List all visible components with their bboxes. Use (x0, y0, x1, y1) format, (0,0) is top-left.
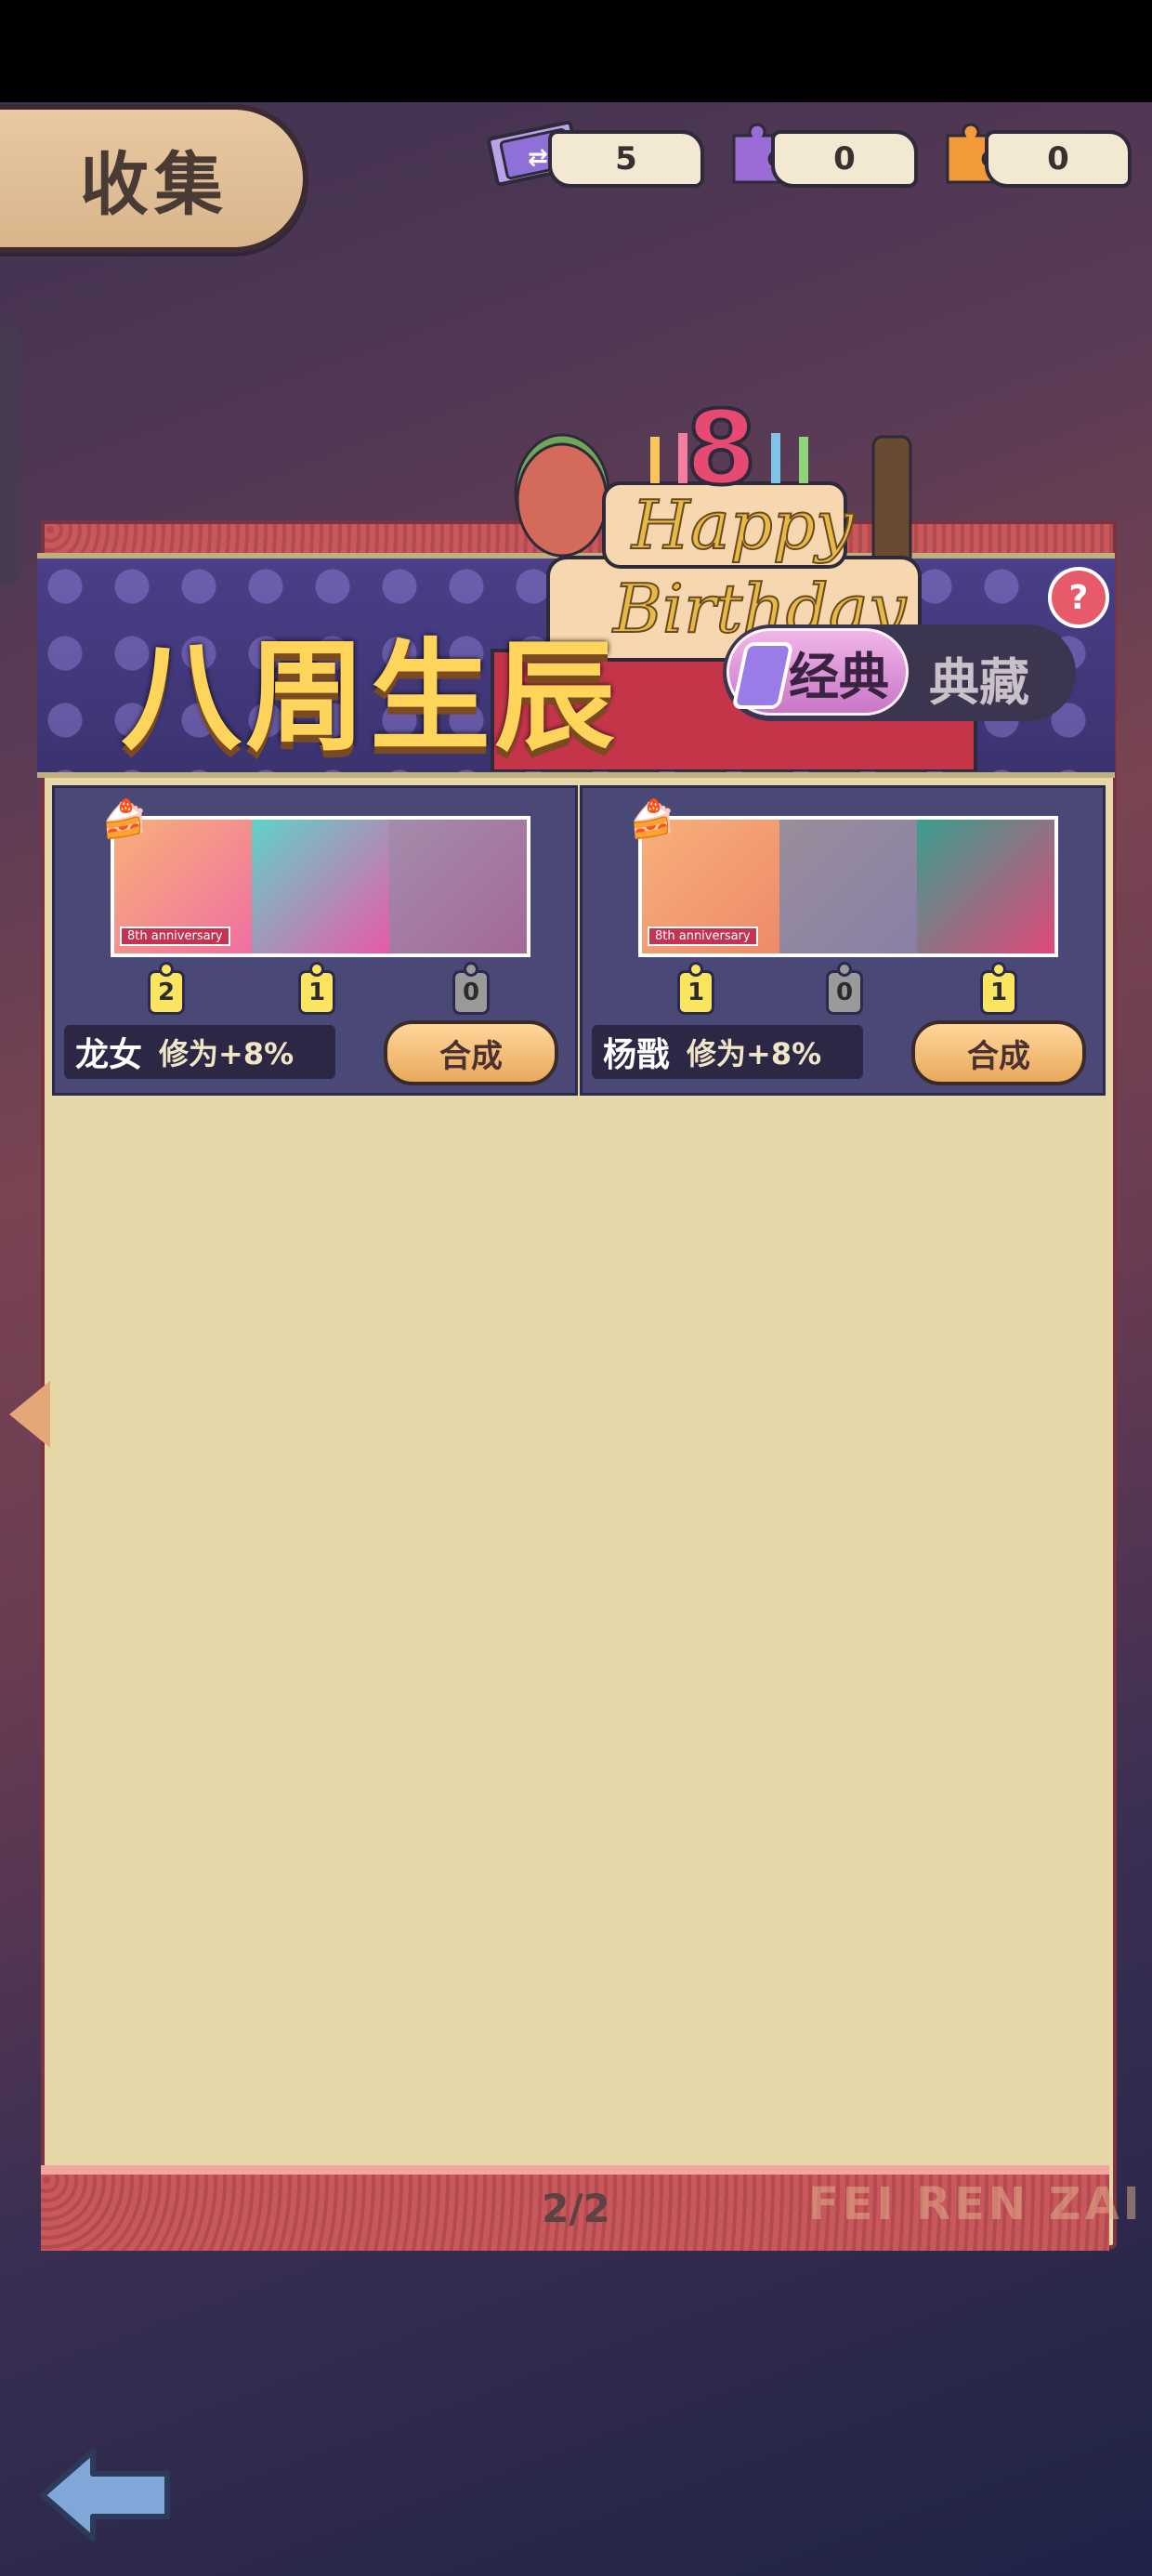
synthesize-label: 合成 (439, 1037, 503, 1075)
piece-count: 1 (989, 979, 1008, 1006)
piece-count: 0 (462, 979, 480, 1006)
card-artwork[interactable]: 8th anniversary (638, 816, 1058, 957)
tab-collection[interactable]: 典藏 (929, 641, 1029, 715)
svg-text:8: 8 (686, 388, 757, 507)
tab-classic[interactable]: 经典 (727, 628, 909, 716)
ticket-count: 5 (615, 140, 637, 177)
character-bonus: 修为+8% (159, 1036, 295, 1071)
orange-puzzle-counter: 0 (985, 130, 1132, 188)
back-button[interactable] (37, 2444, 177, 2546)
page-title-text: 收集 (80, 144, 229, 225)
card-name-plate: 龙女 修为+8% (64, 1025, 335, 1079)
collection-panel (41, 520, 1117, 2249)
synthesize-label: 合成 (967, 1037, 1030, 1075)
previous-page-arrow[interactable] (9, 1381, 50, 1448)
orange-puzzle-count: 0 (1047, 140, 1069, 177)
synthesize-button[interactable]: 合成 (384, 1020, 558, 1085)
character-name: 杨戬 (603, 1036, 671, 1074)
purple-puzzle-counter: 0 (771, 130, 918, 188)
side-drawer-handle[interactable] (0, 325, 20, 585)
card-piece (917, 820, 1054, 953)
card-piece (389, 820, 527, 953)
collection-card-longnv: 8th anniversary 🍰 2 1 0 龙女 修为+8% 合成 (52, 785, 578, 1096)
piece-count-badge: 2 (148, 962, 185, 1015)
card-artwork[interactable]: 8th anniversary (111, 816, 530, 957)
piece-count: 1 (308, 979, 326, 1006)
brand-watermark: FEI REN ZAI (808, 2178, 1144, 2230)
page-title: 收集 (0, 104, 308, 253)
help-button[interactable]: ? (1048, 567, 1109, 628)
purple-puzzle-count: 0 (833, 140, 856, 177)
event-title: 八周生辰 (121, 626, 620, 768)
card-name-plate: 杨戬 修为+8% (592, 1025, 863, 1079)
piece-count-badge: 0 (452, 962, 490, 1015)
anniversary-tag: 8th anniversary (120, 927, 230, 946)
piece-count: 1 (687, 979, 705, 1006)
card-piece (252, 820, 389, 953)
card-piece (779, 820, 917, 953)
synthesize-button[interactable]: 合成 (911, 1020, 1086, 1085)
character-name: 龙女 (75, 1036, 143, 1074)
piece-count-badge: 1 (677, 962, 714, 1015)
piece-count-badge: 1 (980, 962, 1017, 1015)
piece-count: 2 (157, 979, 176, 1006)
status-bar (0, 0, 1152, 102)
svg-text:⇄: ⇄ (528, 144, 548, 172)
character-bonus: 修为+8% (687, 1036, 822, 1071)
anniversary-tag: 8th anniversary (648, 927, 758, 946)
tab-classic-label: 经典 (789, 647, 889, 706)
ticket-counter: 5 (548, 130, 704, 188)
piece-count: 0 (835, 979, 854, 1006)
help-icon: ? (1068, 578, 1089, 617)
cake-icon: 🍰 (101, 798, 148, 841)
piece-count-badge: 1 (298, 962, 335, 1015)
back-arrow-icon (40, 2449, 170, 2542)
cake-icon: 🍰 (629, 798, 675, 841)
collection-card-yangjian: 8th anniversary 🍰 1 0 1 杨戬 修为+8% 合成 (580, 785, 1106, 1096)
card-icon (731, 642, 794, 709)
piece-count-badge: 0 (826, 962, 863, 1015)
